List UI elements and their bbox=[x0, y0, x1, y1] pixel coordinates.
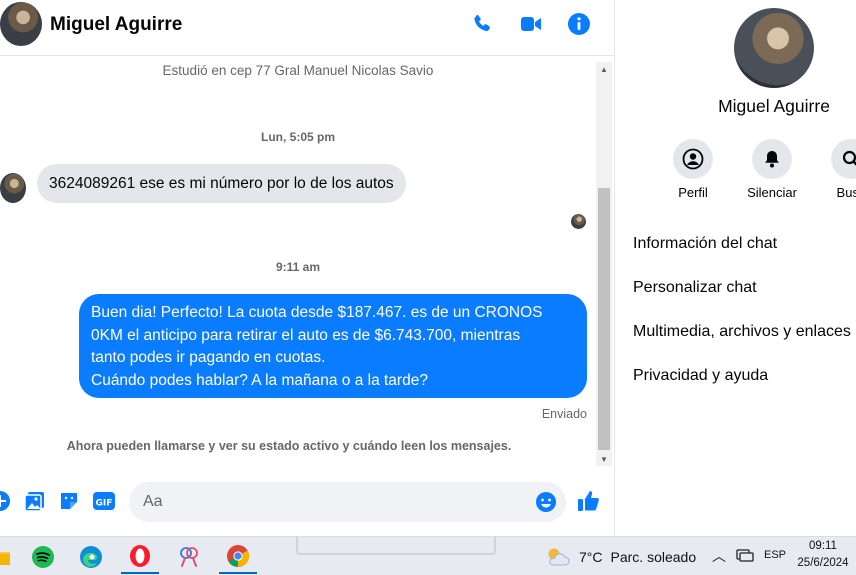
emoji-icon[interactable] bbox=[535, 491, 557, 513]
search-button[interactable]: Busc bbox=[811, 139, 856, 200]
plus-icon[interactable] bbox=[0, 489, 12, 513]
gallery-icon[interactable] bbox=[23, 489, 47, 513]
profile-icon bbox=[673, 139, 713, 179]
message-line: Buen dia! Perfecto! La cuota desde $187.… bbox=[91, 304, 543, 321]
profile-name: Miguel Aguirre bbox=[718, 96, 830, 116]
weather-description: Parc. soleado bbox=[610, 549, 697, 565]
gif-icon[interactable]: GIF bbox=[92, 489, 116, 513]
svg-text:GIF: GIF bbox=[96, 499, 113, 509]
profile-button[interactable]: Perfil bbox=[653, 139, 733, 200]
opera-icon[interactable] bbox=[121, 540, 159, 574]
mute-button[interactable]: Silenciar bbox=[732, 139, 812, 200]
action-label: Silenciar bbox=[747, 185, 797, 200]
profile-avatar[interactable] bbox=[734, 8, 814, 88]
message-input-placeholder: Aa bbox=[143, 493, 163, 510]
contact-name[interactable]: Miguel Aguirre bbox=[50, 14, 182, 36]
message-line: Cuándo podes hablar? A la mañana o a la … bbox=[91, 371, 428, 389]
show-hidden-icons-chevron-icon[interactable]: ︿ bbox=[712, 546, 726, 566]
scroll-up-arrow-icon[interactable]: ▲ bbox=[596, 62, 612, 76]
taskbar-search-box[interactable] bbox=[296, 537, 496, 555]
incoming-message[interactable]: 3624089261 ese es mi número por lo de lo… bbox=[37, 164, 406, 203]
file-explorer-icon[interactable] bbox=[0, 540, 18, 574]
snipping-tool-icon[interactable] bbox=[170, 540, 208, 574]
bell-icon bbox=[752, 139, 792, 179]
chrome-icon[interactable] bbox=[219, 540, 257, 574]
chat-pane: Miguel Aguirre Estudió en cep 77 Gral Ma… bbox=[0, 0, 614, 536]
message-line: tanto podes ir pagando en cuotas. bbox=[91, 349, 326, 366]
menu-item-customize-chat[interactable]: Personalizar chat bbox=[633, 279, 757, 297]
search-icon bbox=[831, 139, 856, 179]
scroll-thumb[interactable] bbox=[598, 188, 610, 450]
network-icon[interactable] bbox=[736, 548, 754, 567]
spotify-icon[interactable] bbox=[24, 540, 62, 574]
edge-icon[interactable] bbox=[72, 540, 110, 574]
weather-temperature: 7°C bbox=[579, 549, 603, 565]
action-label: Busc bbox=[836, 185, 856, 200]
info-icon[interactable] bbox=[566, 11, 592, 37]
chat-info-panel: Miguel Aguirre Perfil Silenciar Busc Inf… bbox=[615, 0, 856, 536]
message-status: Enviado bbox=[541, 407, 587, 421]
message-line: 0KM el anticipo para retirar el auto es … bbox=[91, 326, 521, 344]
contact-bio: Estudió en cep 77 Gral Manuel Nicolas Sa… bbox=[162, 63, 434, 78]
message-list: Estudió en cep 77 Gral Manuel Nicolas Sa… bbox=[0, 58, 596, 470]
input-language[interactable]: ESP bbox=[764, 549, 786, 561]
partly-sunny-icon bbox=[548, 548, 570, 566]
chat-notice: Ahora pueden llamarse y ver su estado ac… bbox=[66, 439, 512, 453]
composer: GIF Aa bbox=[0, 474, 614, 536]
app-window: Miguel Aguirre Estudió en cep 77 Gral Ma… bbox=[0, 0, 856, 575]
outgoing-message[interactable]: Buen dia! Perfecto! La cuota desde $187.… bbox=[79, 294, 587, 398]
menu-item-privacy-help[interactable]: Privacidad y ayuda bbox=[633, 367, 768, 385]
action-label: Perfil bbox=[678, 185, 708, 200]
chat-header: Miguel Aguirre bbox=[0, 0, 614, 56]
video-call-icon[interactable] bbox=[518, 11, 544, 37]
scrollbar[interactable]: ▲ ▼ bbox=[596, 62, 612, 466]
menu-item-media-files-links[interactable]: Multimedia, archivos y enlaces bbox=[633, 323, 851, 341]
avatar[interactable] bbox=[0, 173, 26, 203]
timestamp: Lun, 5:05 pm bbox=[260, 130, 335, 144]
timestamp: 9:11 am bbox=[275, 260, 321, 274]
seen-indicator-avatar bbox=[571, 214, 586, 229]
clock-date[interactable]: 25/6/2024 bbox=[788, 557, 856, 569]
menu-item-chat-info[interactable]: Información del chat bbox=[633, 235, 777, 253]
message-input[interactable]: Aa bbox=[129, 482, 566, 522]
taskbar: 7°C Parc. soleado ︿ ESP 09:11 25/6/2024 bbox=[0, 536, 856, 575]
sticker-icon[interactable] bbox=[57, 489, 81, 513]
weather-widget[interactable]: 7°C Parc. soleado bbox=[545, 544, 696, 570]
avatar[interactable] bbox=[0, 2, 42, 46]
clock-time[interactable]: 09:11 bbox=[788, 540, 856, 552]
phone-icon[interactable] bbox=[469, 11, 495, 37]
like-icon[interactable] bbox=[577, 489, 601, 513]
scroll-down-arrow-icon[interactable]: ▼ bbox=[596, 452, 612, 466]
